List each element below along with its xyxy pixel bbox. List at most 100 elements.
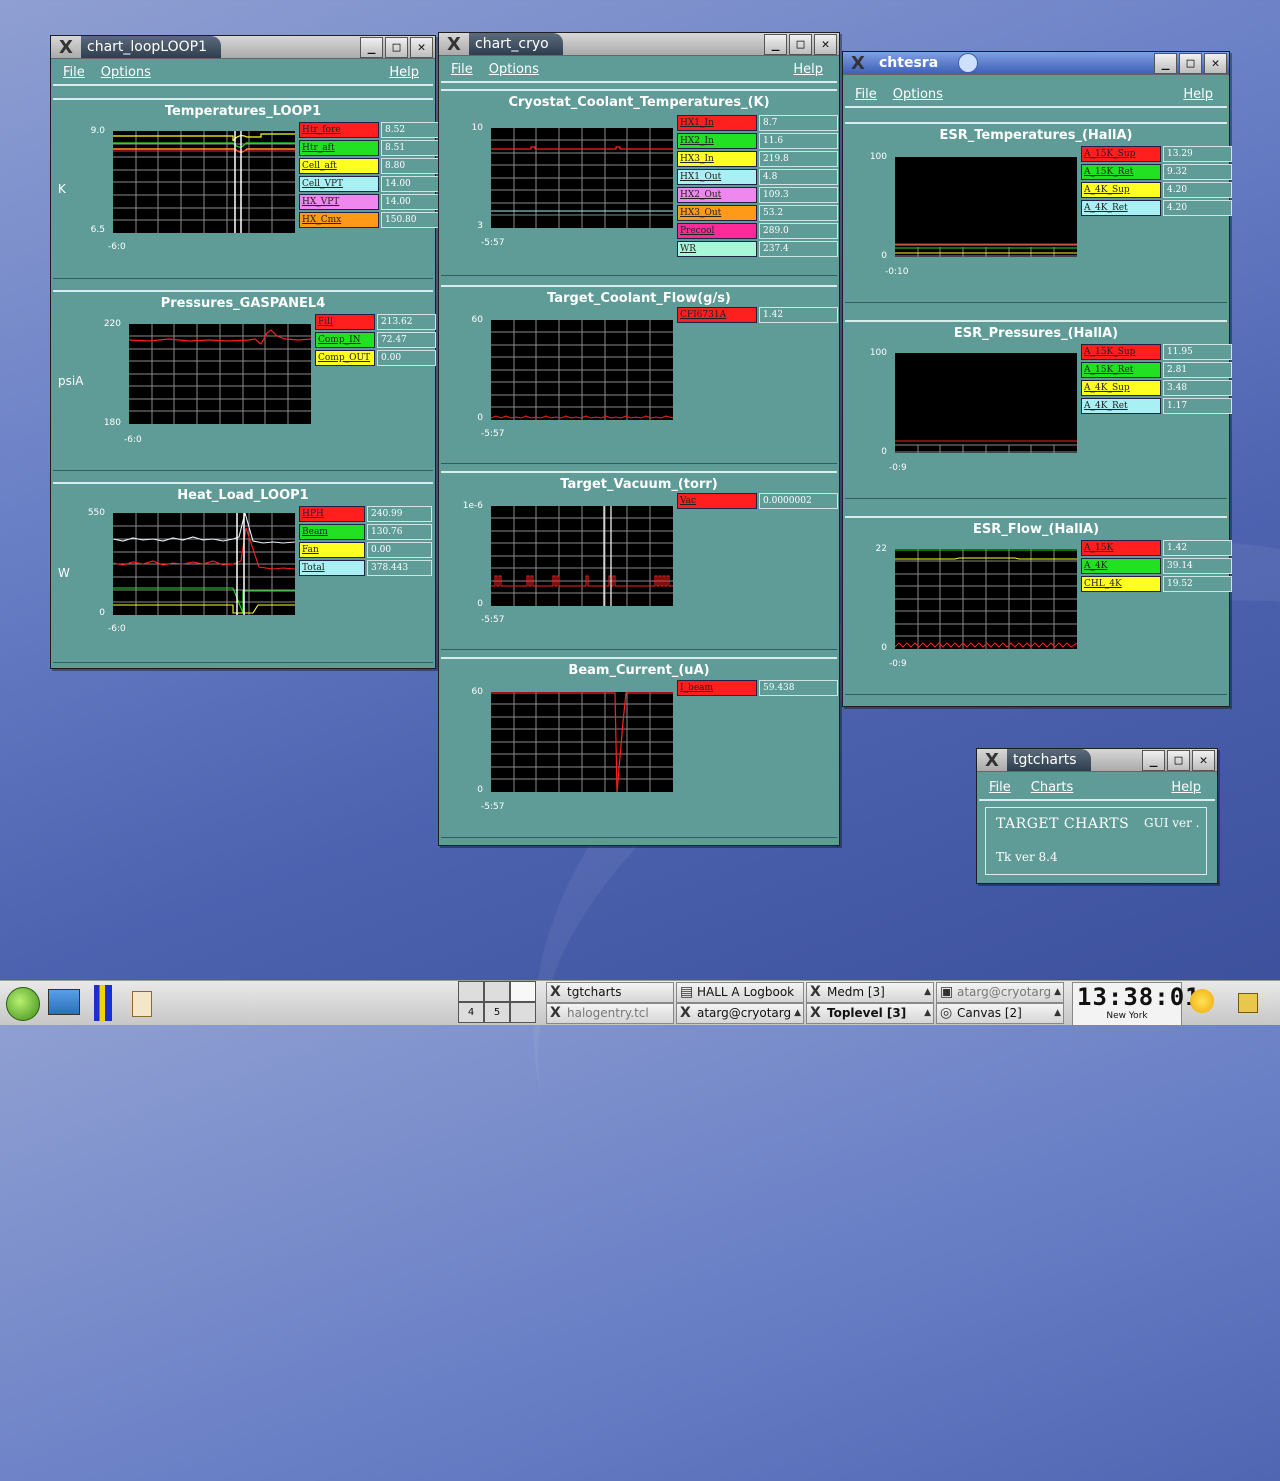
- maximize-button[interactable]: □: [1179, 53, 1202, 74]
- legend-name[interactable]: CFI6731A: [677, 307, 757, 323]
- x-window-icon[interactable]: X: [439, 34, 469, 55]
- task-atarg-cryotarg[interactable]: ▣ atarg@cryotarg ▲: [936, 982, 1064, 1003]
- maximize-button[interactable]: □: [385, 37, 408, 58]
- close-button[interactable]: ✕: [814, 34, 837, 55]
- clock[interactable]: 13:38:01 New York: [1072, 982, 1200, 1026]
- x-window-icon[interactable]: X: [51, 37, 81, 58]
- legend-name[interactable]: Beam: [299, 524, 365, 540]
- legend-name[interactable]: HPH: [299, 506, 365, 522]
- pager-desktop-2[interactable]: [484, 981, 510, 1002]
- legend-name[interactable]: A_15K_Ret: [1081, 362, 1161, 378]
- start-menu-icon[interactable]: [6, 987, 40, 1021]
- minimize-button[interactable]: _: [764, 34, 787, 55]
- legend-name[interactable]: A_4K_Sup: [1081, 182, 1161, 198]
- legend-name[interactable]: Vac: [677, 493, 757, 509]
- pager-desktop-6[interactable]: [510, 1002, 536, 1023]
- legend-name[interactable]: A_4K_Ret: [1081, 398, 1161, 414]
- close-button[interactable]: ✕: [410, 37, 433, 58]
- lock-icon[interactable]: [1238, 993, 1258, 1013]
- group-arrow-icon[interactable]: ▲: [924, 1004, 931, 1023]
- group-arrow-icon[interactable]: ▲: [924, 983, 931, 1002]
- task-canvas[interactable]: ◎ Canvas [2] ▲: [936, 1003, 1064, 1024]
- task-halogentry[interactable]: Xhalogentry.tcl: [546, 1003, 674, 1024]
- titlebar[interactable]: X chtesra _ □ ✕: [843, 52, 1229, 75]
- legend-name[interactable]: HX1_In: [677, 115, 757, 131]
- maximize-button[interactable]: □: [789, 34, 812, 55]
- menu-help[interactable]: Help: [389, 65, 419, 80]
- legend-name[interactable]: HX2_In: [677, 133, 757, 149]
- task-atarg-cryotarg-2[interactable]: Xatarg@cryotarg ▲: [676, 1003, 804, 1024]
- pager-desktop-4[interactable]: 4: [458, 1002, 484, 1023]
- legend-name[interactable]: Fan: [299, 542, 365, 558]
- sun-icon[interactable]: [1190, 989, 1214, 1013]
- task-label: Canvas [2]: [957, 1006, 1022, 1020]
- task-medm[interactable]: X Medm [3] ▲: [806, 982, 934, 1003]
- chart-panel: Beam_Current_(uA) 60 0 -5:57 I_beam 59.43…: [441, 657, 838, 838]
- x-window-icon[interactable]: X: [843, 53, 873, 74]
- close-button[interactable]: ✕: [1192, 750, 1215, 771]
- group-arrow-icon[interactable]: ▲: [1054, 1004, 1061, 1023]
- legend-name[interactable]: HX3_In: [677, 151, 757, 167]
- x-window-icon[interactable]: X: [977, 750, 1007, 771]
- menu-file[interactable]: File: [451, 62, 473, 77]
- group-arrow-icon[interactable]: ▲: [1054, 983, 1061, 1002]
- legend-name[interactable]: Comp_OUT: [315, 350, 375, 366]
- legend-name[interactable]: A_15K_Sup: [1081, 146, 1161, 162]
- legend-name[interactable]: A_4K: [1081, 558, 1161, 574]
- legend-name[interactable]: Htr_fore: [299, 122, 379, 138]
- legend-name[interactable]: A_15K_Ret: [1081, 164, 1161, 180]
- menu-help[interactable]: Help: [1183, 87, 1213, 102]
- legend-name[interactable]: A_15K: [1081, 540, 1161, 556]
- legend-name[interactable]: Precool: [677, 223, 757, 239]
- legend-name[interactable]: HX2_Out: [677, 187, 757, 203]
- legend-name[interactable]: HX3_Out: [677, 205, 757, 221]
- x-min-label: -0:9: [889, 463, 907, 473]
- group-arrow-icon[interactable]: ▲: [794, 1004, 801, 1023]
- legend-name[interactable]: A_4K_Ret: [1081, 200, 1161, 216]
- y-min-label: 0: [477, 785, 483, 795]
- menu-charts[interactable]: Charts: [1031, 780, 1074, 795]
- minimize-button[interactable]: _: [1142, 750, 1165, 771]
- legend-name[interactable]: HX1_Out: [677, 169, 757, 185]
- legend-name[interactable]: HX_VPT: [299, 194, 379, 210]
- legend-name[interactable]: Cell_VPT: [299, 176, 379, 192]
- titlebar[interactable]: X chart_cryo _ □ ✕: [439, 33, 839, 56]
- task-hall-a-logbook[interactable]: ▤ HALL A Logbook: [676, 982, 804, 1003]
- legend-name[interactable]: Cell_aft: [299, 158, 379, 174]
- minimize-button[interactable]: _: [360, 37, 383, 58]
- grid: [491, 128, 673, 228]
- close-button[interactable]: ✕: [1204, 53, 1227, 74]
- pager-desktop-5[interactable]: 5: [484, 1002, 510, 1023]
- pager-desktop-1[interactable]: [458, 981, 484, 1002]
- legend-name[interactable]: CHL_4K: [1081, 576, 1161, 592]
- menu-options[interactable]: Options: [101, 65, 151, 80]
- titlebar[interactable]: X chart_loopLOOP1 _ □ ✕: [51, 36, 435, 59]
- titlebar[interactable]: X tgtcharts _ □ ✕: [977, 749, 1217, 772]
- task-tgtcharts[interactable]: Xtgtcharts: [546, 982, 674, 1003]
- pager-desktop-3[interactable]: [510, 981, 536, 1002]
- task-toplevel[interactable]: X Toplevel [3] ▲: [806, 1003, 934, 1024]
- legend-name[interactable]: Comp_IN: [315, 332, 375, 348]
- legend-name[interactable]: HX_Cmx: [299, 212, 379, 228]
- desktop-icon[interactable]: [48, 989, 80, 1015]
- menu-file[interactable]: File: [855, 87, 877, 102]
- klipper-icon[interactable]: [132, 991, 152, 1017]
- legend-name[interactable]: A_4K_Sup: [1081, 380, 1161, 396]
- menu-file[interactable]: File: [989, 780, 1011, 795]
- legend-name[interactable]: I_beam: [677, 680, 757, 696]
- menu-options[interactable]: Options: [489, 62, 539, 77]
- menu-help[interactable]: Help: [1171, 780, 1201, 795]
- task-label: HALL A Logbook: [697, 985, 795, 999]
- legend-name[interactable]: WR: [677, 241, 757, 257]
- menu-help[interactable]: Help: [793, 62, 823, 77]
- menu-options[interactable]: Options: [893, 87, 943, 102]
- minimize-button[interactable]: _: [1154, 53, 1177, 74]
- legend-name[interactable]: Htr_aft: [299, 140, 379, 156]
- legend-row: Fill 213.62: [315, 314, 436, 330]
- bars-icon[interactable]: [94, 985, 112, 1021]
- menu-file[interactable]: File: [63, 65, 85, 80]
- legend-name[interactable]: Total: [299, 560, 365, 576]
- maximize-button[interactable]: □: [1167, 750, 1190, 771]
- legend-name[interactable]: A_15K_Sup: [1081, 344, 1161, 360]
- legend-name[interactable]: Fill: [315, 314, 375, 330]
